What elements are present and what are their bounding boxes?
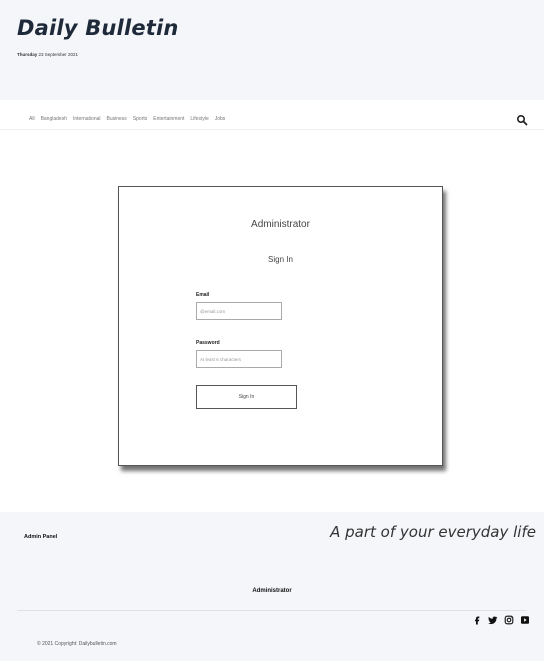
nav-item-bangladesh[interactable]: Bangladesh xyxy=(41,116,67,122)
footer-copyright: © 2021 Copyright: Dailybulletin.com xyxy=(37,641,117,647)
youtube-icon[interactable] xyxy=(520,615,530,625)
search-icon[interactable] xyxy=(516,114,528,126)
site-footer: Admin Panel A part of your everyday life… xyxy=(0,512,544,661)
site-header: Daily Bulletin Thursday 23 September 202… xyxy=(0,0,544,100)
category-nav: All Bangladesh International Business Sp… xyxy=(0,108,544,130)
email-field[interactable] xyxy=(196,302,282,320)
footer-divider xyxy=(17,610,527,611)
sign-in-button[interactable]: Sign In xyxy=(196,385,297,409)
facebook-icon[interactable] xyxy=(472,615,482,625)
social-links xyxy=(472,615,530,625)
nav-item-business[interactable]: Business xyxy=(107,116,127,122)
site-logo[interactable]: Daily Bulletin xyxy=(17,16,179,40)
email-label: Email xyxy=(196,292,210,298)
nav-item-sports[interactable]: Sports xyxy=(133,116,147,122)
footer-tagline: A part of your everyday life xyxy=(330,523,536,541)
instagram-icon[interactable] xyxy=(504,615,514,625)
header-date-text: 23 September 2021 xyxy=(38,52,79,57)
login-card: Administrator Sign In Email Password Sig… xyxy=(118,186,443,466)
nav-item-all[interactable]: All xyxy=(29,116,35,122)
footer-admin-panel: Admin Panel xyxy=(24,534,58,540)
password-label: Password xyxy=(196,340,220,346)
login-subtitle: Sign In xyxy=(268,255,293,264)
password-field[interactable] xyxy=(196,350,282,368)
nav-item-international[interactable]: International xyxy=(73,116,101,122)
nav-item-lifestyle[interactable]: Lifestyle xyxy=(190,116,208,122)
login-title: Administrator xyxy=(251,219,310,230)
nav-item-jobs[interactable]: Jobs xyxy=(215,116,226,122)
header-weekday: Thursday xyxy=(17,52,38,57)
twitter-icon[interactable] xyxy=(488,615,498,625)
nav-items: All Bangladesh International Business Sp… xyxy=(29,116,225,122)
nav-item-entertainment[interactable]: Entertainment xyxy=(153,116,184,122)
footer-administrator-link[interactable]: Administrator xyxy=(0,588,544,594)
header-date: Thursday 23 September 2021 xyxy=(17,52,78,57)
